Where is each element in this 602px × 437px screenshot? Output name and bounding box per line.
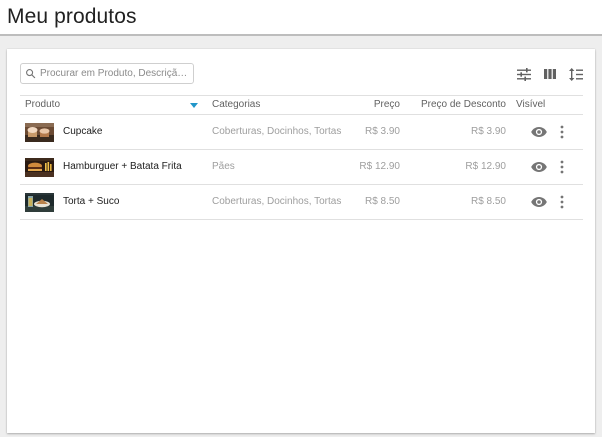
filter-button[interactable] (515, 65, 533, 83)
pie-photo-icon (25, 193, 54, 212)
more-vert-icon[interactable] (558, 195, 566, 209)
product-categories: Coberturas, Docinhos, Tortas (212, 196, 342, 207)
column-header-product[interactable]: Produto (25, 99, 60, 110)
product-name: Torta + Suco (63, 196, 120, 207)
product-price: R$ 8.50 (364, 196, 400, 207)
table-row[interactable]: Hamburguer + Batata Frita Pães R$ 12.90 … (20, 150, 583, 185)
page-header: Meu produtos (0, 0, 602, 36)
search-icon (26, 69, 36, 79)
visibility-eye-icon[interactable] (531, 161, 547, 173)
product-price: R$ 3.90 (364, 126, 400, 137)
product-categories: Pães (212, 161, 235, 172)
products-card: Produto Categorias Preço Preço de Descon… (7, 49, 595, 433)
page-title: Meu produtos (7, 5, 137, 28)
table-row[interactable]: Cupcake Coberturas, Docinhos, Tortas R$ … (20, 115, 583, 150)
product-thumbnail (25, 158, 54, 177)
product-discount-price: R$ 3.90 (470, 126, 506, 137)
product-discount-price: R$ 8.50 (470, 196, 506, 207)
sort-list-icon (569, 67, 583, 81)
search-box[interactable] (20, 63, 194, 84)
more-vert-icon[interactable] (558, 125, 566, 139)
filter-sliders-icon (517, 67, 531, 81)
visibility-eye-icon[interactable] (531, 196, 547, 208)
view-columns-icon (544, 69, 556, 79)
sort-desc-icon[interactable] (190, 103, 198, 108)
product-categories: Coberturas, Docinhos, Tortas (212, 126, 342, 137)
column-header-categories[interactable]: Categorias (212, 99, 260, 110)
sort-button[interactable] (567, 65, 585, 83)
columns-button[interactable] (541, 65, 559, 83)
more-vert-icon[interactable] (558, 160, 566, 174)
column-header-visible[interactable]: Visível (516, 99, 545, 110)
column-header-price[interactable]: Preço (374, 99, 400, 110)
product-name: Hamburguer + Batata Frita (63, 161, 182, 172)
product-price: R$ 12.90 (359, 161, 400, 172)
product-thumbnail (25, 123, 54, 142)
product-name: Cupcake (63, 126, 103, 137)
visibility-eye-icon[interactable] (531, 126, 547, 138)
product-discount-price: R$ 12.90 (465, 161, 506, 172)
cupcake-photo-icon (25, 123, 54, 142)
products-table: Produto Categorias Preço Preço de Descon… (20, 95, 583, 220)
column-header-discount-price[interactable]: Preço de Desconto (421, 99, 506, 110)
table-row[interactable]: Torta + Suco Coberturas, Docinhos, Torta… (20, 185, 583, 220)
table-header: Produto Categorias Preço Preço de Descon… (20, 95, 583, 115)
search-input[interactable] (40, 68, 190, 79)
product-thumbnail (25, 193, 54, 212)
burger-photo-icon (25, 158, 54, 177)
